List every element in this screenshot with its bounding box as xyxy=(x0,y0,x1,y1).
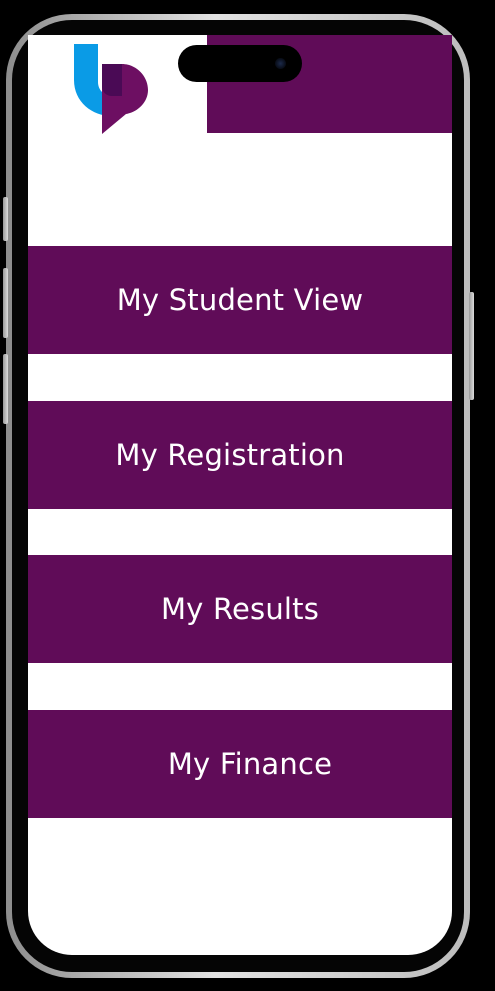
my-registration-button[interactable]: My Registration xyxy=(28,401,452,509)
menu-button-label: My Finance xyxy=(167,747,333,781)
volume-up-button xyxy=(3,268,8,338)
menu-button-label: My Student View xyxy=(116,283,364,317)
power-button xyxy=(469,292,474,400)
logo-overlap-shape xyxy=(102,64,122,96)
camera-lens-icon xyxy=(275,58,286,69)
menu-button-label: My Registration xyxy=(115,438,345,472)
university-logo-icon xyxy=(74,44,148,134)
volume-down-button xyxy=(3,354,8,424)
app-screen: My Student View My Registration My Resul… xyxy=(28,35,452,955)
my-finance-button[interactable]: My Finance xyxy=(28,710,452,818)
action-button xyxy=(3,197,8,241)
dynamic-island xyxy=(178,45,302,82)
my-student-view-button[interactable]: My Student View xyxy=(28,246,452,354)
menu-button-label: My Results xyxy=(160,592,320,626)
my-results-button[interactable]: My Results xyxy=(28,555,452,663)
